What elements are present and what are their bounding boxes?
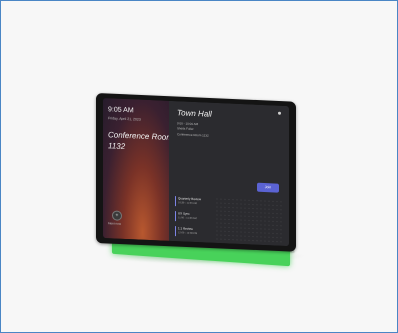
- current-time: 9:05 AM: [108, 106, 134, 115]
- room-panel-device: 9:05 AM Friday, April 21, 2023 Conferenc…: [0, 0, 398, 333]
- room-info-pane: 9:05 AM Friday, April 21, 2023 Conferenc…: [103, 98, 173, 241]
- join-button[interactable]: Join: [257, 182, 279, 193]
- current-date: Friday, April 21, 2023: [108, 116, 141, 122]
- more-options-icon[interactable]: [278, 111, 281, 115]
- schedule-list: Quarterly Review 10:30 - 11:00 AM UX Syn…: [175, 195, 283, 244]
- meeting-organizer: Sheila Fuller: [177, 126, 194, 131]
- room-number: 1132: [108, 141, 126, 151]
- meeting-location: Conference Room 1132: [177, 132, 209, 138]
- schedule-item-time: 12:00 - 12:30 PM: [178, 231, 198, 236]
- schedule-item-title: UX Sync: [178, 211, 190, 216]
- meet-now-label: Meet now: [108, 221, 122, 226]
- schedule-item-accent: [175, 226, 176, 237]
- schedule-item-title: 1:1 Review: [178, 226, 193, 231]
- meet-now-icon[interactable]: +: [112, 210, 122, 221]
- room-name: Conference Room: [108, 130, 173, 143]
- schedule-item-time: 11:00 - 11:30 AM: [178, 216, 197, 221]
- meeting-title: Town Hall: [177, 108, 212, 119]
- meeting-pane: Town Hall 9:00 - 10:00 AM Sheila Fuller …: [169, 100, 289, 247]
- schedule-item-accent: [175, 211, 176, 222]
- schedule-item-accent: [175, 196, 176, 207]
- schedule-item-time: 10:30 - 11:00 AM: [178, 201, 197, 206]
- device-screen: 9:05 AM Friday, April 21, 2023 Conferenc…: [103, 98, 289, 247]
